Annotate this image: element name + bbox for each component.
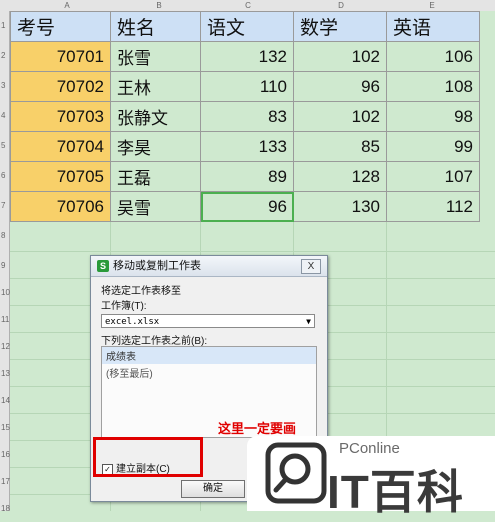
cell[interactable]: 89 — [200, 161, 294, 192]
table-row: 70701 张雪 132 102 106 — [10, 41, 480, 72]
cell[interactable]: 99 — [386, 131, 480, 162]
cell[interactable]: 128 — [293, 161, 387, 192]
header-cell[interactable]: 英语 — [386, 11, 480, 42]
header-cell[interactable]: 姓名 — [110, 11, 201, 42]
cell[interactable]: 王磊 — [110, 161, 201, 192]
ok-button[interactable]: 确定 — [181, 480, 245, 498]
row-header[interactable]: 9 — [1, 261, 5, 270]
watermark-brand: IT百科 — [327, 466, 464, 518]
header-cell[interactable]: 语文 — [200, 11, 294, 42]
table-row: 70703 张静文 83 102 98 — [10, 101, 480, 132]
cell[interactable]: 107 — [386, 161, 480, 192]
workbook-select[interactable]: excel.xlsx ▼ — [101, 314, 315, 328]
cell[interactable]: 70703 — [10, 101, 111, 132]
cell[interactable]: 110 — [200, 71, 294, 102]
row-header[interactable]: 11 — [1, 315, 9, 324]
cell[interactable]: 130 — [293, 191, 387, 222]
list-item[interactable]: 成绩表 — [102, 347, 316, 364]
column-header-a[interactable]: A — [57, 1, 77, 10]
row-header[interactable]: 8 — [1, 231, 5, 240]
watermark: PConline IT百科 — [247, 436, 495, 518]
row-header[interactable]: 1 — [1, 21, 5, 30]
column-header-c[interactable]: C — [238, 1, 258, 10]
row-header[interactable]: 7 — [1, 201, 5, 210]
cell[interactable]: 70701 — [10, 41, 111, 72]
cell[interactable]: 张雪 — [110, 41, 201, 72]
cell[interactable]: 133 — [200, 131, 294, 162]
column-header-d[interactable]: D — [331, 1, 351, 10]
cell[interactable]: 102 — [293, 41, 387, 72]
cell[interactable]: 70705 — [10, 161, 111, 192]
cell[interactable]: 106 — [386, 41, 480, 72]
row-header[interactable]: 15 — [1, 423, 10, 432]
row-header[interactable]: 5 — [1, 141, 5, 150]
row-header[interactable]: 18 — [1, 504, 10, 513]
cell[interactable]: 70702 — [10, 71, 111, 102]
move-label: 将选定工作表移至 — [101, 286, 181, 297]
highlight-box — [93, 437, 203, 477]
table-row: 70705 王磊 89 128 107 — [10, 161, 480, 192]
header-cell[interactable]: 数学 — [293, 11, 387, 42]
table-row: 70704 李昊 133 85 99 — [10, 131, 480, 162]
wps-logo-icon: S — [97, 260, 109, 272]
cell[interactable]: 102 — [293, 101, 387, 132]
row-header[interactable]: 6 — [1, 171, 5, 180]
column-header-b[interactable]: B — [149, 1, 169, 10]
row-header[interactable]: 13 — [1, 369, 10, 378]
cell[interactable]: 108 — [386, 71, 480, 102]
cell[interactable]: 83 — [200, 101, 294, 132]
selected-cell[interactable]: 96 — [200, 191, 294, 222]
workbook-label: 工作簿(T): — [101, 301, 147, 312]
cell[interactable]: 132 — [200, 41, 294, 72]
row-header[interactable]: 17 — [1, 477, 10, 486]
row-header[interactable]: 4 — [1, 111, 5, 120]
cell[interactable]: 96 — [293, 71, 387, 102]
row-header[interactable]: 3 — [1, 81, 5, 90]
watermark-site: PConline — [339, 440, 400, 457]
table-row: 70702 王林 110 96 108 — [10, 71, 480, 102]
cell[interactable]: 李昊 — [110, 131, 201, 162]
cell[interactable]: 85 — [293, 131, 387, 162]
row-header[interactable]: 12 — [1, 342, 10, 351]
close-button[interactable]: X — [301, 259, 321, 274]
row-header[interactable]: 10 — [1, 288, 10, 297]
row-header[interactable]: 2 — [1, 51, 5, 60]
magnifier-logo-icon — [265, 442, 327, 504]
dialog-titlebar[interactable]: S 移动或复制工作表 X — [91, 256, 327, 277]
column-header-e[interactable]: E — [422, 1, 442, 10]
row-header[interactable]: 14 — [1, 396, 10, 405]
cell[interactable]: 王林 — [110, 71, 201, 102]
row-header[interactable]: 16 — [1, 450, 10, 459]
score-table: 考号 姓名 语文 数学 英语 70701 张雪 132 102 106 7070… — [10, 11, 480, 222]
cell[interactable]: 70704 — [10, 131, 111, 162]
workbook-value: excel.xlsx — [105, 317, 160, 327]
row-header-bar: 1 2 3 4 5 6 7 8 9 10 11 12 13 14 15 16 1… — [0, 11, 10, 513]
cell[interactable]: 112 — [386, 191, 480, 222]
dialog-title: 移动或复制工作表 — [113, 260, 201, 272]
chevron-down-icon[interactable]: ▼ — [306, 315, 311, 329]
header-cell[interactable]: 考号 — [10, 11, 111, 42]
list-item[interactable]: (移至最后) — [102, 364, 316, 381]
cell[interactable]: 70706 — [10, 191, 111, 222]
table-header-row: 考号 姓名 语文 数学 英语 — [10, 11, 480, 42]
cell[interactable]: 张静文 — [110, 101, 201, 132]
before-sheet-label: 下列选定工作表之前(B): — [101, 336, 208, 347]
table-row: 70706 吴雪 96 130 112 — [10, 191, 480, 222]
cell[interactable]: 吴雪 — [110, 191, 201, 222]
cell[interactable]: 98 — [386, 101, 480, 132]
